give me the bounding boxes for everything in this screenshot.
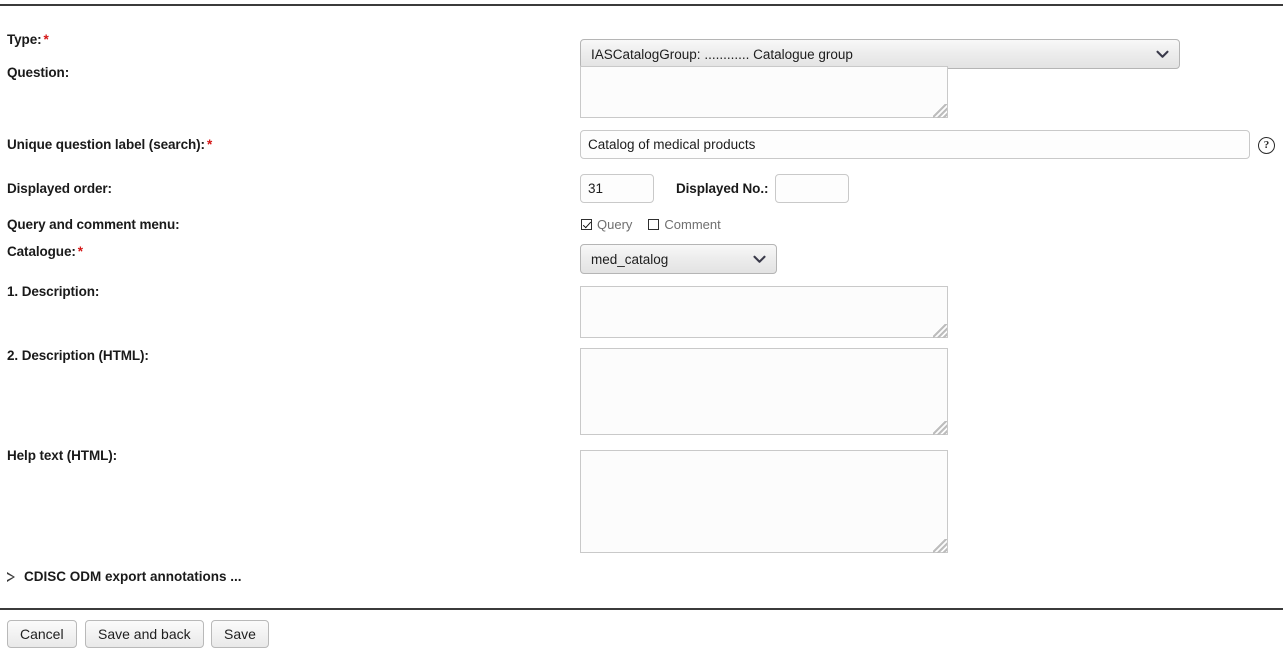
label-displayed-order-text: Displayed order: — [7, 181, 112, 196]
label-unique-question-text: Unique question label (search): — [7, 137, 205, 152]
catalogue-select-wrapper: med_catalog — [580, 244, 777, 274]
checkbox-label-query: Query — [597, 217, 633, 232]
label-query-comment-menu-text: Query and comment menu: — [7, 217, 180, 232]
label-type-text: Type: — [7, 32, 42, 47]
label-question: Question: — [7, 65, 69, 80]
top-divider — [0, 4, 1283, 6]
label-displayed-order: Displayed order: — [7, 181, 112, 196]
label-unique-question: Unique question label (search): * — [7, 137, 212, 152]
query-comment-checkbox-group: Query Comment — [581, 217, 737, 232]
cdisc-odm-disclosure[interactable]: CDISC ODM export annotations ... — [7, 569, 242, 584]
unique-question-label-input[interactable] — [580, 130, 1250, 159]
label-description-1-text: 1. Description: — [7, 284, 100, 299]
cdisc-odm-disclosure-label: CDISC ODM export annotations ... — [24, 569, 242, 584]
checkbox-comment[interactable] — [648, 219, 660, 230]
required-marker-unique-label: * — [206, 137, 213, 152]
description-1-textarea[interactable] — [580, 286, 948, 338]
type-select[interactable]: IASCatalogGroup: ............ Catalogue … — [580, 39, 1180, 69]
required-marker-type: * — [43, 32, 49, 47]
save-button[interactable]: Save — [211, 620, 269, 648]
checkbox-item-query[interactable]: Query — [581, 217, 632, 232]
checkbox-item-comment[interactable]: Comment — [648, 217, 721, 232]
catalogue-select[interactable]: med_catalog — [580, 244, 777, 274]
label-help-text-text: Help text (HTML): — [7, 448, 118, 463]
help-icon[interactable]: ? — [1258, 137, 1275, 154]
label-help-text: Help text (HTML): — [7, 448, 117, 463]
label-displayed-no-text: Displayed No.: — [676, 181, 769, 196]
required-marker-catalogue: * — [77, 244, 83, 259]
label-catalogue: Catalogue: * — [7, 244, 83, 259]
label-query-comment-menu: Query and comment menu: — [7, 217, 180, 232]
save-and-back-button[interactable]: Save and back — [85, 620, 204, 648]
checkbox-label-comment: Comment — [664, 217, 721, 232]
label-question-text: Question: — [7, 65, 70, 80]
displayed-order-input[interactable] — [580, 174, 654, 203]
label-displayed-no: Displayed No.: — [676, 181, 768, 196]
label-type: Type: * — [7, 32, 49, 47]
displayed-no-input[interactable] — [775, 174, 849, 203]
checkbox-query[interactable] — [581, 219, 592, 230]
footer-divider — [0, 608, 1283, 610]
help-text-textarea[interactable] — [580, 450, 948, 553]
type-select-wrapper: IASCatalogGroup: ............ Catalogue … — [580, 39, 1180, 69]
cancel-button[interactable]: Cancel — [7, 620, 77, 648]
triangle-right-icon — [7, 571, 15, 582]
label-description-2: 2. Description (HTML): — [7, 348, 149, 363]
description-2-textarea[interactable] — [580, 348, 948, 435]
question-textarea[interactable] — [580, 66, 948, 118]
label-description-1: 1. Description: — [7, 284, 99, 299]
label-catalogue-text: Catalogue: — [7, 244, 76, 259]
label-description-2-text: 2. Description (HTML): — [7, 348, 149, 363]
